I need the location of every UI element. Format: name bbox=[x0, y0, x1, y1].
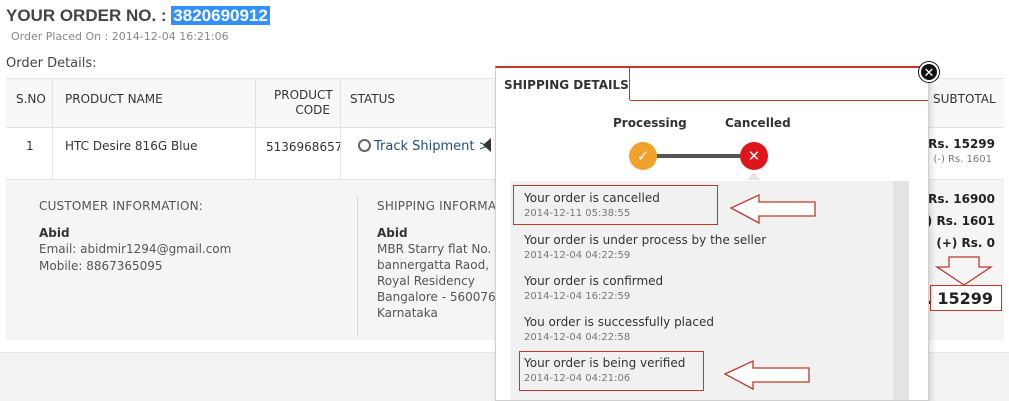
header-product-code: PRODUCT CODE bbox=[274, 88, 333, 117]
customer-name: Abid bbox=[39, 226, 70, 240]
summary-extra: (+) Rs. 0 bbox=[936, 236, 995, 250]
shipping-timeline: Your order is cancelled 2014-12-11 05:38… bbox=[511, 181, 893, 400]
order-title-prefix: YOUR ORDER NO. : bbox=[6, 6, 167, 25]
event-text: Your order is cancelled bbox=[524, 191, 660, 205]
shipping-address-line: bannergatta Raod, bbox=[377, 258, 490, 272]
timeline-scrollbar[interactable] bbox=[893, 181, 909, 400]
event-time: 2014-12-04 04:22:59 bbox=[524, 250, 631, 261]
event-time: 2014-12-04 16:22:59 bbox=[524, 291, 631, 302]
pointer-notch bbox=[747, 172, 761, 180]
order-number[interactable]: 3820690912 bbox=[171, 6, 270, 25]
event-time: 2014-12-04 04:21:06 bbox=[524, 373, 631, 384]
cross-icon: ✕ bbox=[740, 142, 768, 170]
order-title: YOUR ORDER NO. : 3820690912 bbox=[6, 6, 270, 26]
event-text: Your order is under process by the selle… bbox=[524, 233, 767, 247]
header-status: STATUS bbox=[350, 92, 396, 106]
left-arrow-annotation bbox=[729, 193, 816, 225]
shipping-name: Abid bbox=[377, 226, 408, 240]
order-details-label: Order Details: bbox=[6, 56, 97, 71]
stage-cancelled-label: Cancelled bbox=[725, 116, 791, 130]
row-discount: (-) Rs. 1601 bbox=[933, 154, 992, 165]
caret-left-icon bbox=[483, 138, 491, 152]
event-text: Your order is confirmed bbox=[524, 274, 664, 288]
row-sno: 1 bbox=[26, 139, 34, 153]
grand-total-box: . 15299 bbox=[926, 285, 1002, 311]
shipping-details-modal: SHIPPING DETAILS Processing Cancelled ✓ … bbox=[495, 66, 929, 401]
row-subtotal: Rs. 15299 bbox=[928, 137, 995, 151]
shipping-address-line: Royal Residency bbox=[377, 274, 475, 288]
close-icon[interactable]: ✕ bbox=[919, 62, 939, 82]
progress-track bbox=[656, 154, 746, 158]
summary-total: Rs. 16900 bbox=[928, 192, 995, 206]
left-arrow-annotation bbox=[723, 359, 810, 391]
header-sno: S.NO bbox=[16, 92, 46, 106]
down-arrow-annotation bbox=[935, 256, 994, 286]
shipping-address-line: Bangalore - 560076 bbox=[377, 290, 496, 304]
row-product-code: 5136968657 bbox=[266, 140, 343, 154]
track-shipment-link[interactable]: Track Shipment > bbox=[358, 139, 490, 154]
shipping-address-line: MBR Starry flat No. 3 bbox=[377, 242, 503, 256]
tab-shipping-details[interactable]: SHIPPING DETAILS bbox=[496, 68, 630, 100]
summary-discount: -) Rs. 1601 bbox=[921, 214, 995, 228]
track-icon bbox=[358, 139, 371, 152]
header-subtotal: SUBTOTAL bbox=[933, 92, 996, 106]
shipping-address-line: Karnataka bbox=[377, 306, 438, 320]
event-text: Your order is being verified bbox=[524, 356, 686, 370]
customer-email: Email: abidmir1294@gmail.com bbox=[39, 242, 232, 256]
shipping-info-heading: SHIPPING INFORMA bbox=[377, 199, 497, 213]
check-icon: ✓ bbox=[629, 142, 657, 170]
event-time: 2014-12-04 04:22:58 bbox=[524, 332, 631, 343]
event-time: 2014-12-11 05:38:55 bbox=[524, 208, 631, 219]
order-placed-date: Order Placed On : 2014-12-04 16:21:06 bbox=[11, 30, 229, 43]
row-product-name: HTC Desire 816G Blue bbox=[65, 139, 198, 153]
grand-total: . 15299 bbox=[925, 289, 993, 308]
stage-processing-label: Processing bbox=[613, 116, 687, 130]
header-product-name: PRODUCT NAME bbox=[65, 92, 163, 106]
event-text: You order is successfully placed bbox=[524, 315, 714, 329]
customer-mobile: Mobile: 8867365095 bbox=[39, 259, 163, 273]
customer-info-heading: CUSTOMER INFORMATION: bbox=[39, 199, 204, 213]
